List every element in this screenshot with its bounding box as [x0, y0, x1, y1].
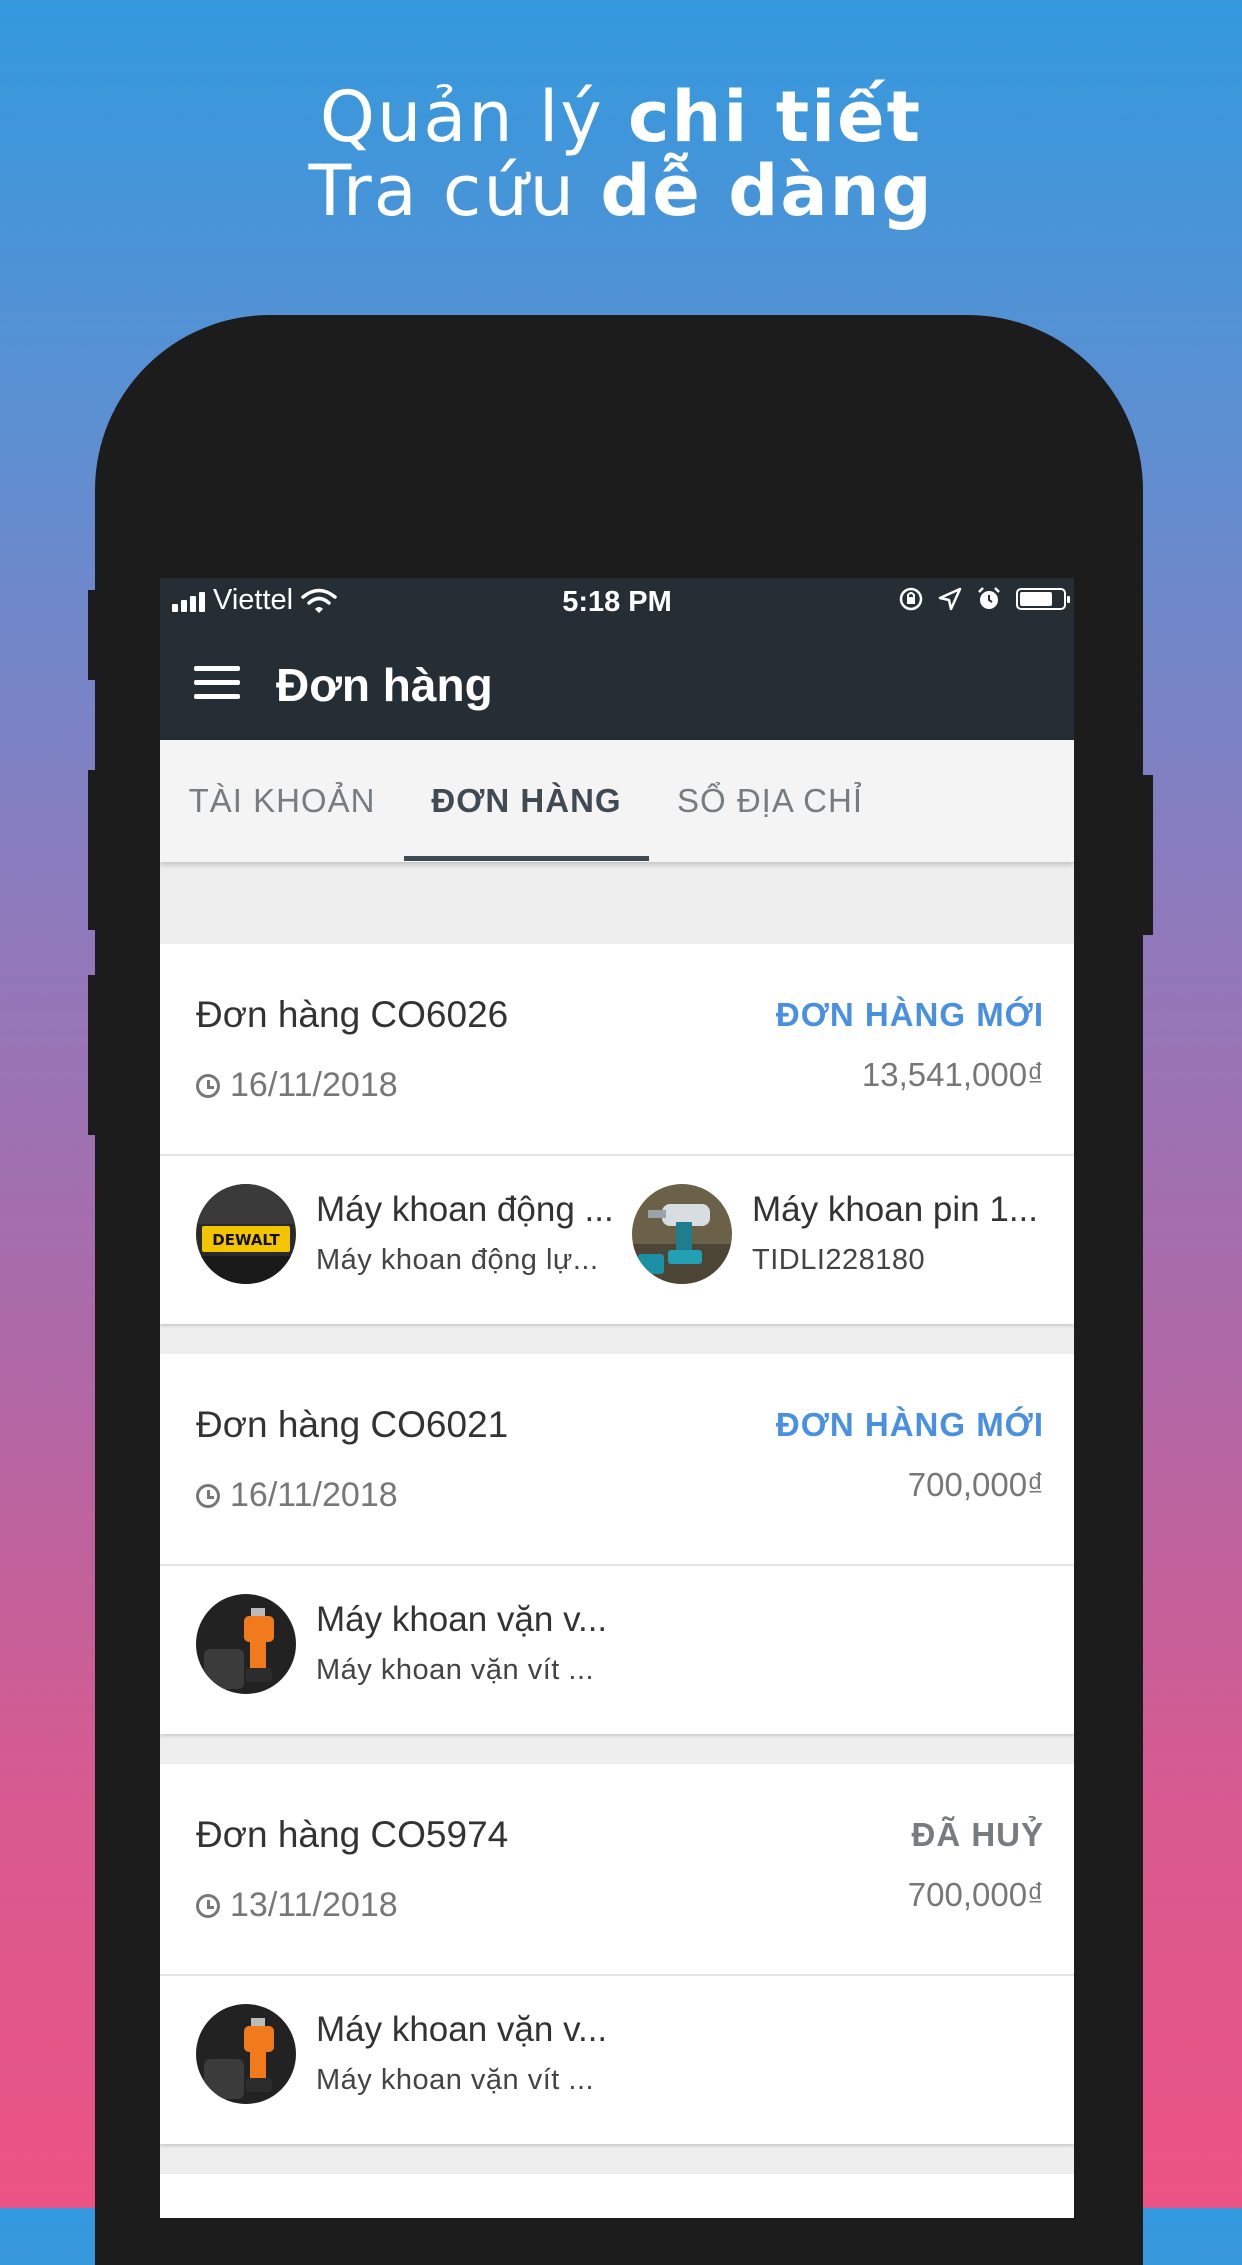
- order-status: ĐÃ HUỶ: [911, 1816, 1044, 1853]
- hamburger-menu-icon[interactable]: [194, 666, 240, 700]
- order-card-partial[interactable]: [160, 2174, 1074, 2218]
- item-name: Máy khoan pin 1...: [752, 1190, 1038, 1229]
- headline-line-1: Quản lý chi tiết: [0, 80, 1242, 154]
- tab-address-book[interactable]: SỔ ĐỊA CHỈ: [649, 740, 891, 862]
- order-date-row: 16/11/2018: [196, 1066, 398, 1105]
- svg-text:DEWALT: DEWALT: [212, 1231, 280, 1249]
- product-thumbnail-screwdriver: [196, 1594, 296, 1694]
- phone-side-button-power: [1143, 775, 1153, 935]
- order-date: 16/11/2018: [230, 1476, 398, 1514]
- order-item[interactable]: Máy khoan pin 1... TIDLI228180: [632, 1184, 1042, 1294]
- rotation-lock-icon: [899, 587, 923, 611]
- battery-icon: [1016, 588, 1070, 610]
- item-subtitle: Máy khoan vặn vít ...: [316, 1654, 595, 1686]
- tab-account[interactable]: TÀI KHOẢN: [160, 740, 404, 862]
- order-date: 13/11/2018: [230, 1886, 398, 1924]
- page-title: Đơn hàng: [276, 659, 493, 711]
- item-name: Máy khoan vặn v...: [316, 1600, 608, 1639]
- order-date-row: 13/11/2018: [196, 1886, 398, 1925]
- order-date: 16/11/2018: [230, 1066, 398, 1104]
- order-name: Đơn hàng CO6021: [196, 1404, 509, 1445]
- order-name: Đơn hàng CO5974: [196, 1814, 509, 1855]
- item-subtitle: Máy khoan vặn vít ...: [316, 2064, 595, 2096]
- order-item[interactable]: Máy khoan vặn v... Máy khoan vặn vít ...: [196, 1594, 646, 1704]
- promo-headline: Quản lý chi tiết Tra cứu dễ dàng: [0, 80, 1242, 228]
- order-date-row: 16/11/2018: [196, 1476, 398, 1515]
- tab-bar: TÀI KHOẢN ĐƠN HÀNG SỔ ĐỊA CHỈ: [160, 740, 1074, 862]
- item-name: Máy khoan vặn v...: [316, 2010, 608, 2049]
- order-total: 700,000₫: [907, 1466, 1044, 1503]
- item-subtitle: Máy khoan động lự...: [316, 1244, 599, 1276]
- headline-line-2-bold: dễ dàng: [600, 150, 934, 232]
- status-right: [898, 586, 1070, 612]
- product-thumbnail-dewalt: DEWALT: [196, 1184, 296, 1284]
- phone-screen: Viettel 5:18 PM Đơn hàng TÀI KHOẢN ĐƠN H…: [160, 578, 1074, 2218]
- status-bar: Viettel 5:18 PM: [160, 578, 1074, 628]
- order-total: 13,541,000₫: [861, 1056, 1044, 1093]
- order-divider: [160, 1154, 1074, 1156]
- order-divider: [160, 1564, 1074, 1566]
- clock-icon: [196, 1483, 220, 1508]
- order-divider: [160, 1974, 1074, 1976]
- active-tab-indicator: [404, 856, 649, 861]
- order-item[interactable]: Máy khoan vặn v... Máy khoan vặn vít ...: [196, 2004, 646, 2114]
- order-status: ĐƠN HÀNG MỚI: [775, 1406, 1044, 1443]
- clock-icon: [196, 1893, 220, 1918]
- order-card[interactable]: Đơn hàng CO6021 16/11/2018 ĐƠN HÀNG MỚI …: [160, 1354, 1074, 1734]
- phone-side-button-mute: [88, 590, 98, 680]
- headline-line-1-plain: Quản lý: [319, 76, 628, 158]
- product-thumbnail-screwdriver: [196, 2004, 296, 2104]
- clock-icon: [196, 1073, 220, 1098]
- order-card[interactable]: Đơn hàng CO5974 13/11/2018 ĐÃ HUỶ 700,00…: [160, 1764, 1074, 2144]
- alarm-icon: [978, 587, 1000, 609]
- app-bar: Đơn hàng: [160, 628, 1074, 740]
- location-icon: [938, 587, 962, 611]
- item-subtitle: TIDLI228180: [752, 1244, 926, 1276]
- order-total: 700,000₫: [907, 1876, 1044, 1913]
- headline-line-1-bold: chi tiết: [628, 76, 923, 158]
- order-status: ĐƠN HÀNG MỚI: [775, 996, 1044, 1033]
- headline-line-2-plain: Tra cứu: [308, 150, 601, 232]
- order-item[interactable]: DEWALT Máy khoan động ... Máy khoan động…: [196, 1184, 614, 1294]
- phone-side-button-volume-up: [88, 770, 98, 930]
- order-name: Đơn hàng CO6026: [196, 994, 509, 1035]
- item-name: Máy khoan động ...: [316, 1190, 614, 1229]
- headline-line-2: Tra cứu dễ dàng: [0, 154, 1242, 228]
- order-card[interactable]: Đơn hàng CO6026 16/11/2018 ĐƠN HÀNG MỚI …: [160, 944, 1074, 1324]
- phone-side-button-volume-down: [88, 975, 98, 1135]
- tab-orders[interactable]: ĐƠN HÀNG: [404, 740, 649, 862]
- product-thumbnail-cordless-drill: [632, 1184, 732, 1284]
